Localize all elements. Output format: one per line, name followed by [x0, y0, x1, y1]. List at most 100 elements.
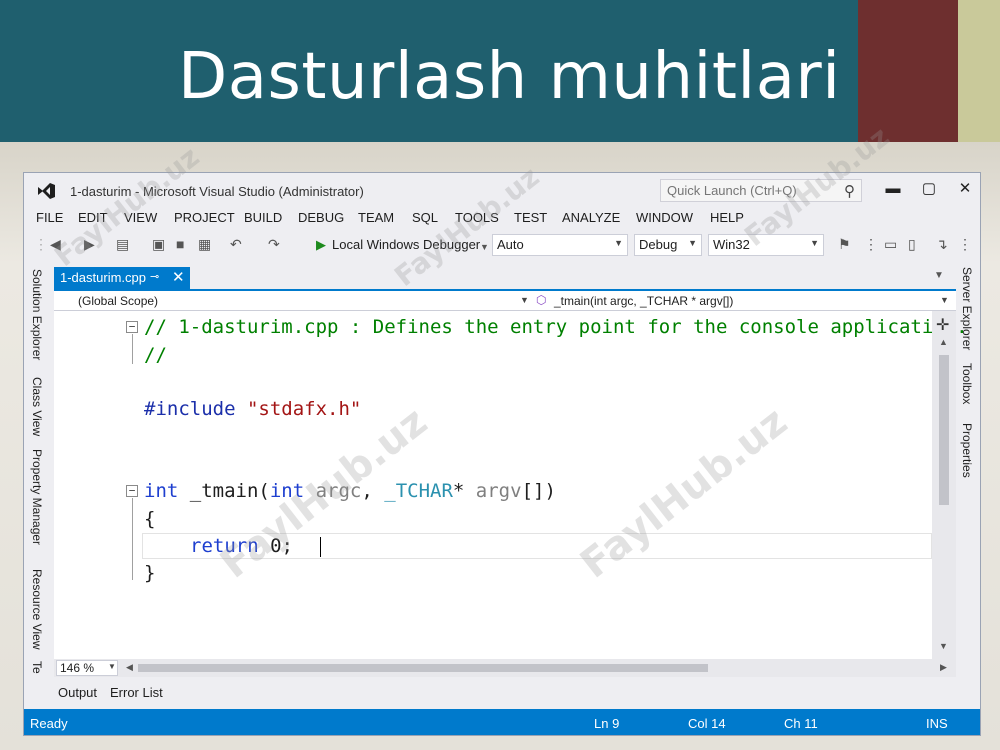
int-keyword: int — [144, 480, 179, 502]
build-config-value: Debug — [639, 237, 678, 252]
menu-analyze[interactable]: ANALYZE — [562, 210, 620, 225]
zoom-scroll-bar: 146 % ▼ ◀ ▶ — [54, 659, 956, 677]
pin-icon[interactable]: ⊸ — [150, 270, 159, 283]
class-view-tab[interactable]: Class View — [30, 377, 44, 436]
visual-studio-window: 1-dasturim - Microsoft Visual Studio (Ad… — [23, 172, 981, 736]
code-line-1[interactable]: // 1-dasturim.cpp : Defines the entry po… — [144, 315, 968, 339]
toolbar-grip-icon: ⋮ — [34, 236, 48, 252]
param-argv: argv — [475, 480, 522, 502]
bottom-panel-tabs: Output Error List — [54, 679, 956, 707]
header-olive-block — [958, 0, 1000, 142]
code-line-include[interactable]: #include "stdafx.h" — [144, 397, 361, 421]
status-bar: Ready Ln 9 Col 14 Ch 11 INS — [24, 709, 980, 735]
horizontal-scrollbar-thumb[interactable] — [138, 664, 708, 672]
status-column: Col 14 — [688, 716, 726, 731]
navigation-bar: (Global Scope) ▼ ⬡ _tmain(int argc, _TCH… — [54, 291, 956, 311]
chevron-down-icon: ▼ — [810, 238, 819, 248]
function-dropdown[interactable]: _tmain(int argc, _TCHAR * argv[]) — [554, 294, 733, 308]
chevron-down-icon[interactable]: ▼ — [940, 295, 949, 305]
minimize-button[interactable]: ▬ — [882, 179, 904, 199]
scroll-left-icon[interactable]: ◀ — [126, 662, 133, 673]
resource-view-tab[interactable]: Resource View — [30, 569, 44, 649]
menu-file[interactable]: FILE — [36, 210, 63, 225]
status-ready: Ready — [30, 716, 68, 731]
function-icon: ⬡ — [536, 293, 547, 307]
code-line-brace-open[interactable]: { — [144, 507, 155, 531]
toolbox-tab[interactable]: Toolbox — [960, 363, 974, 404]
properties-tab[interactable]: Properties — [960, 423, 974, 478]
menu-test[interactable]: TEST — [514, 210, 547, 225]
tab-error-list[interactable]: Error List — [110, 685, 163, 700]
config-dropdown[interactable]: Auto ▼ — [492, 234, 628, 256]
slide-title: Dasturlash muhitlari — [178, 40, 841, 114]
build-config-dropdown[interactable]: Debug ▼ — [634, 234, 702, 256]
tchar-type: _TCHAR — [384, 480, 453, 502]
find-in-files-icon[interactable]: ⚑ — [838, 236, 851, 252]
status-insert-mode: INS — [926, 716, 948, 731]
open-file-icon[interactable]: ▣ — [152, 236, 165, 252]
code-line-brace-close[interactable]: } — [144, 561, 155, 585]
scroll-right-icon[interactable]: ▶ — [940, 662, 947, 673]
vertical-scrollbar[interactable]: ✛ ▲ ▼ — [932, 311, 956, 659]
maximize-button[interactable]: ▢ — [918, 179, 940, 199]
fold-guide — [132, 334, 133, 364]
include-file: "stdafx.h" — [246, 398, 362, 420]
split-window-icon[interactable]: ✛ — [936, 315, 949, 335]
zoom-value: 146 % — [60, 661, 95, 675]
include-directive: #include — [144, 398, 236, 420]
toolbar: ⋮ ◀ ▶ ▤ ▣ ■ ▦ ↶ ↷ ▶ Local Windows Debugg… — [24, 231, 980, 259]
collapse-icon[interactable]: − — [126, 321, 138, 333]
save-all-icon[interactable]: ▦ — [198, 236, 211, 252]
team-explorer-tab[interactable]: Te — [30, 661, 44, 674]
solution-explorer-tab[interactable]: Solution Explorer — [30, 269, 44, 360]
step-into-icon[interactable]: ↴ — [936, 236, 948, 252]
scroll-down-icon[interactable]: ▼ — [939, 641, 948, 651]
uncomment-icon[interactable]: ▯ — [908, 236, 916, 252]
document-tab[interactable]: 1-dasturim.cpp ⊸ ✕ — [54, 267, 190, 289]
toolbar-overflow-icon[interactable]: ⋮ — [958, 236, 972, 252]
close-window-button[interactable]: ✕ — [954, 179, 976, 199]
debugger-dropdown-icon[interactable]: ▼ — [480, 239, 489, 255]
config-dropdown-value: Auto — [497, 237, 524, 252]
visual-studio-logo-icon — [38, 183, 55, 199]
left-tool-panels: Solution Explorer Class View Property Ma… — [24, 259, 54, 679]
tab-output[interactable]: Output — [58, 685, 97, 700]
pointer-star: * — [452, 480, 476, 502]
menu-team[interactable]: TEAM — [358, 210, 394, 225]
menu-build[interactable]: BUILD — [244, 210, 282, 225]
scroll-up-icon[interactable]: ▲ — [939, 337, 948, 347]
chevron-down-icon: ▼ — [688, 238, 697, 248]
menu-project[interactable]: PROJECT — [174, 210, 235, 225]
scrollbar-thumb[interactable] — [939, 355, 949, 505]
status-line: Ln 9 — [594, 716, 620, 731]
bookmark-icon[interactable]: ⋮ — [864, 236, 878, 252]
text-caret — [320, 537, 321, 557]
menu-sql[interactable]: SQL — [412, 210, 438, 225]
fold-guide — [132, 498, 133, 580]
redo-icon[interactable]: ↷ — [268, 236, 280, 252]
property-manager-tab[interactable]: Property Manager — [30, 449, 44, 545]
function-name: _tmain( — [178, 480, 270, 502]
document-tab-label: 1-dasturim.cpp — [60, 270, 146, 285]
chevron-down-icon[interactable]: ▼ — [520, 295, 529, 305]
scope-dropdown[interactable]: (Global Scope) — [78, 294, 158, 308]
new-project-icon[interactable]: ▤ — [116, 236, 129, 252]
start-debugging-icon[interactable]: ▶ — [316, 237, 326, 253]
undo-icon[interactable]: ↶ — [230, 236, 242, 252]
chevron-down-icon[interactable]: ▼ — [108, 662, 116, 671]
chevron-down-icon: ▼ — [614, 238, 623, 248]
save-icon[interactable]: ■ — [176, 236, 184, 252]
status-char: Ch 11 — [784, 716, 818, 731]
code-editor[interactable]: − // 1-dasturim.cpp : Defines the entry … — [54, 311, 968, 659]
menu-debug[interactable]: DEBUG — [298, 210, 344, 225]
tab-list-dropdown-icon[interactable]: ▼ — [934, 270, 944, 281]
code-line-2[interactable]: // — [144, 343, 167, 367]
comment-icon[interactable]: ▭ — [884, 236, 897, 252]
close-icon[interactable]: ✕ — [172, 268, 185, 286]
platform-value: Win32 — [713, 237, 750, 252]
slide-header: Dasturlash muhitlari — [0, 0, 1000, 142]
menu-window[interactable]: WINDOW — [636, 210, 693, 225]
collapse-icon[interactable]: − — [126, 485, 138, 497]
menu-help[interactable]: HELP — [710, 210, 744, 225]
function-end: []) — [521, 480, 556, 502]
